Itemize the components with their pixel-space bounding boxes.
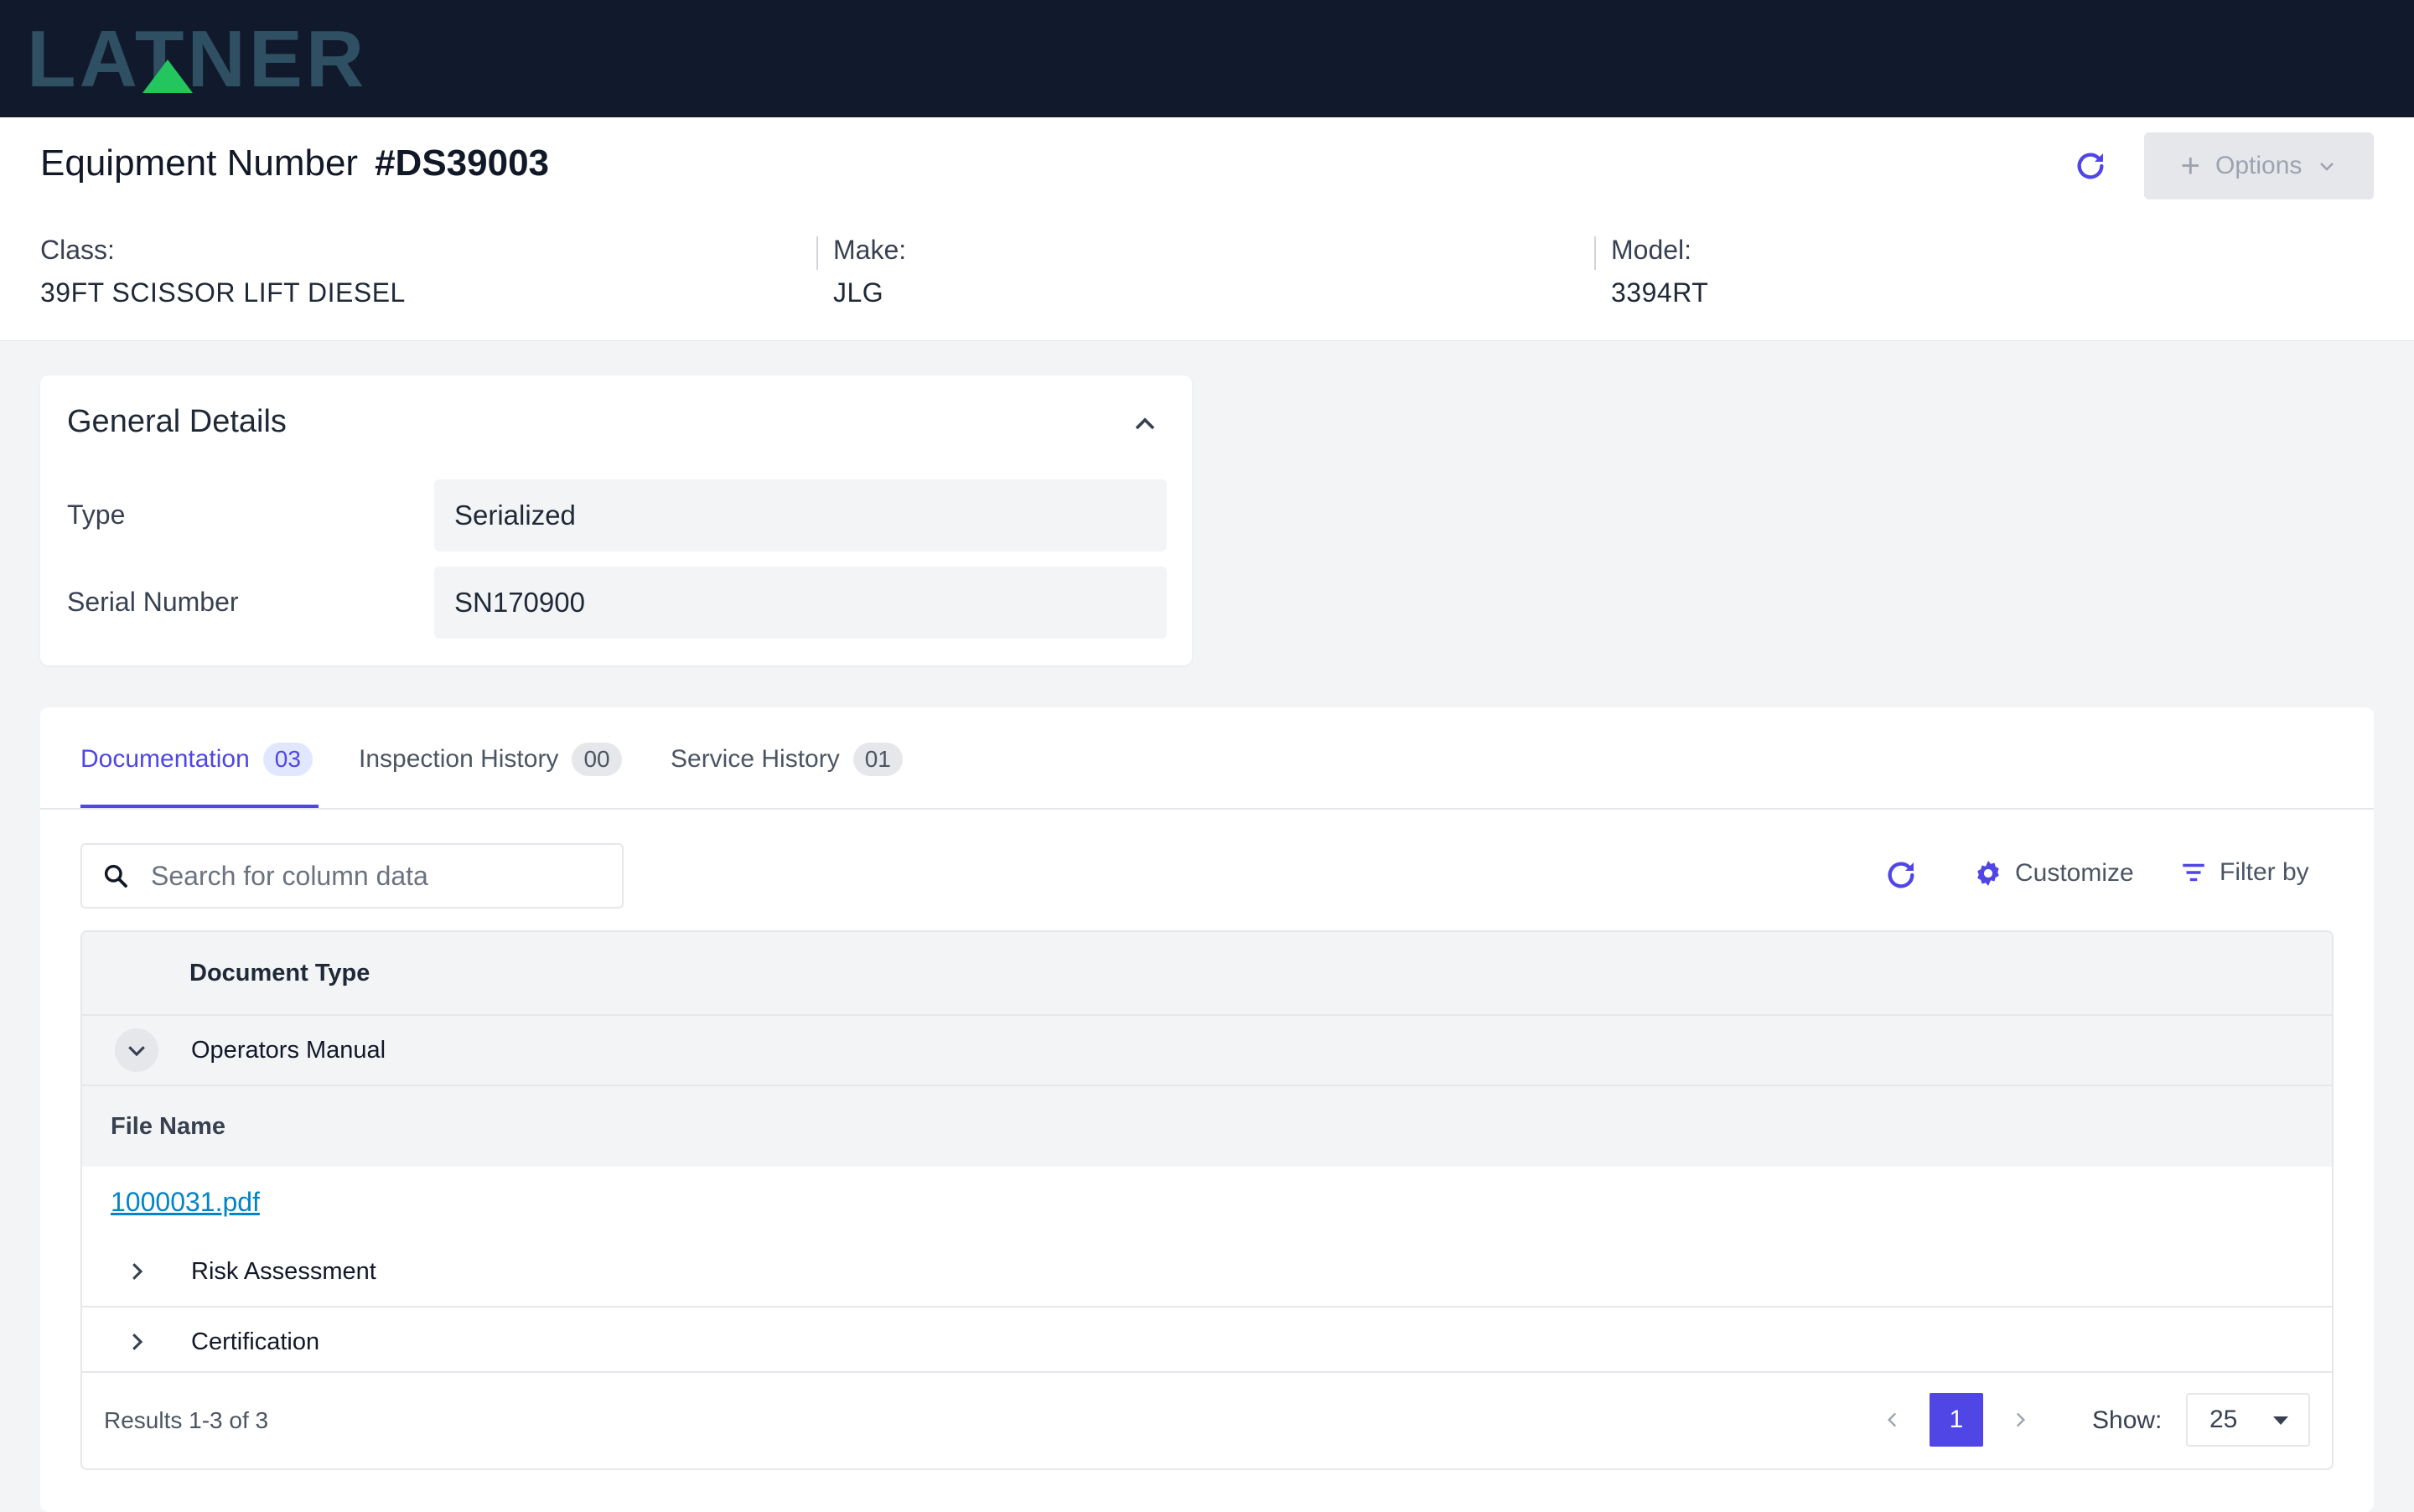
expand-row-button[interactable] (115, 1320, 158, 1364)
collapse-row-button[interactable] (115, 1028, 158, 1072)
make-field: Make: JLG (833, 235, 906, 308)
class-label: Class: (40, 235, 115, 265)
general-details-card: General Details Type Serialized Serial N… (40, 375, 1192, 665)
tabs-card: Documentation 03 Inspection History 00 S… (40, 707, 2374, 1512)
page-title: Equipment Number #DS39003 (40, 142, 549, 184)
tab-count: 00 (572, 743, 622, 776)
top-bar: LATNER (0, 0, 2414, 117)
tab-count: 03 (262, 743, 313, 776)
model-value: 3394RT (1611, 277, 1709, 308)
row-toggle (82, 1028, 191, 1072)
row-label: Certification (191, 1328, 320, 1355)
page-button-current[interactable]: 1 (1930, 1393, 1983, 1447)
collapse-general-details-button[interactable] (1128, 407, 1162, 441)
chevron-right-icon (2016, 1412, 2026, 1427)
search-input[interactable] (149, 859, 588, 893)
table-row[interactable]: Risk Assessment (82, 1237, 2332, 1307)
customize-label: Customize (2015, 859, 2134, 887)
next-page-button[interactable] (2003, 1403, 2037, 1437)
serial-number-field[interactable]: SN170900 (434, 567, 1167, 639)
chevron-right-icon (132, 1263, 143, 1280)
sub-table-header: File Name (82, 1086, 2332, 1167)
page-size-value: 25 (2209, 1406, 2238, 1433)
filter-label: Filter by (2220, 858, 2309, 886)
filter-by-button[interactable]: Filter by (2179, 858, 2309, 887)
table-header: Document Type (82, 932, 2332, 1016)
tab-inspection-history[interactable]: Inspection History 00 (359, 743, 622, 776)
tab-documentation[interactable]: Documentation 03 (80, 743, 313, 776)
table-refresh-button[interactable] (1884, 858, 1918, 892)
refresh-icon (1888, 862, 1914, 888)
latner-logo[interactable]: LATNER (27, 23, 496, 95)
header-refresh-button[interactable] (2070, 146, 2111, 186)
search-box[interactable] (80, 843, 624, 909)
model-label: Model: (1611, 235, 1692, 265)
row-toggle (82, 1250, 191, 1293)
row-toggle (82, 1320, 191, 1364)
general-details-title: General Details (67, 404, 287, 439)
tab-bar: Documentation 03 Inspection History 00 S… (40, 707, 2374, 810)
chevron-down-icon (128, 1046, 145, 1057)
equipment-header: Equipment Number #DS39003 + Options Clas… (0, 117, 2414, 341)
column-header-document-type[interactable]: Document Type (189, 960, 370, 987)
tab-label: Inspection History (359, 745, 559, 773)
tab-label: Documentation (80, 745, 250, 773)
tab-service-history[interactable]: Service History 01 (671, 743, 903, 776)
model-field: Model: 3394RT (1611, 235, 1708, 308)
options-button[interactable]: + Options (2144, 132, 2374, 199)
type-field[interactable]: Serialized (434, 479, 1167, 551)
class-field: Class: 39FT SCISSOR LIFT DIESEL (40, 235, 406, 308)
caret-down-icon (2273, 1416, 2288, 1425)
search-icon (104, 864, 127, 888)
customize-button[interactable]: Customize (1973, 858, 2134, 888)
filter-icon (2183, 863, 2204, 882)
row-label: Operators Manual (191, 1036, 386, 1064)
table-row[interactable]: Operators Manual (82, 1016, 2332, 1086)
meta-divider (816, 236, 818, 270)
chevron-up-icon (1135, 417, 1155, 430)
table-row[interactable]: Certification (82, 1307, 2332, 1376)
file-row: 1000031.pdf (82, 1167, 2332, 1237)
make-label: Make: (833, 235, 907, 265)
logo-text: LATNER (27, 23, 367, 95)
chevron-left-icon (1887, 1412, 1897, 1427)
column-header-file-name[interactable]: File Name (111, 1113, 225, 1141)
class-value: 39FT SCISSOR LIFT DIESEL (40, 277, 406, 308)
results-count: Results 1-3 of 3 (104, 1407, 269, 1433)
tab-label: Service History (671, 745, 840, 773)
previous-page-button[interactable] (1876, 1403, 1909, 1437)
gear-icon (1977, 861, 1999, 886)
page-size-select[interactable]: 25 (2186, 1393, 2310, 1447)
serial-number-label: Serial Number (67, 587, 239, 617)
equipment-meta: Class: 39FT SCISSOR LIFT DIESEL Make: JL… (0, 235, 2414, 315)
expand-row-button[interactable] (115, 1250, 158, 1293)
documents-table: Document Type Operators Manual File Name… (80, 930, 2334, 1470)
page-size-label: Show: (2092, 1406, 2163, 1434)
refresh-icon (2077, 153, 2104, 179)
chevron-right-icon (132, 1333, 143, 1350)
title-label: Equipment Number (40, 142, 359, 184)
type-label: Type (67, 500, 126, 530)
file-link[interactable]: 1000031.pdf (111, 1187, 260, 1218)
active-tab-indicator (80, 805, 319, 808)
table-footer: Results 1-3 of 3 1 Show: 25 (82, 1371, 2332, 1468)
tab-count: 01 (852, 743, 903, 776)
meta-divider (1594, 236, 1596, 270)
plus-icon: + (2180, 148, 2200, 184)
options-label: Options (2215, 152, 2303, 179)
row-label: Risk Assessment (191, 1257, 376, 1285)
chevron-down-icon (2320, 163, 2334, 171)
make-value: JLG (833, 277, 884, 308)
equipment-number: #DS39003 (375, 142, 550, 184)
